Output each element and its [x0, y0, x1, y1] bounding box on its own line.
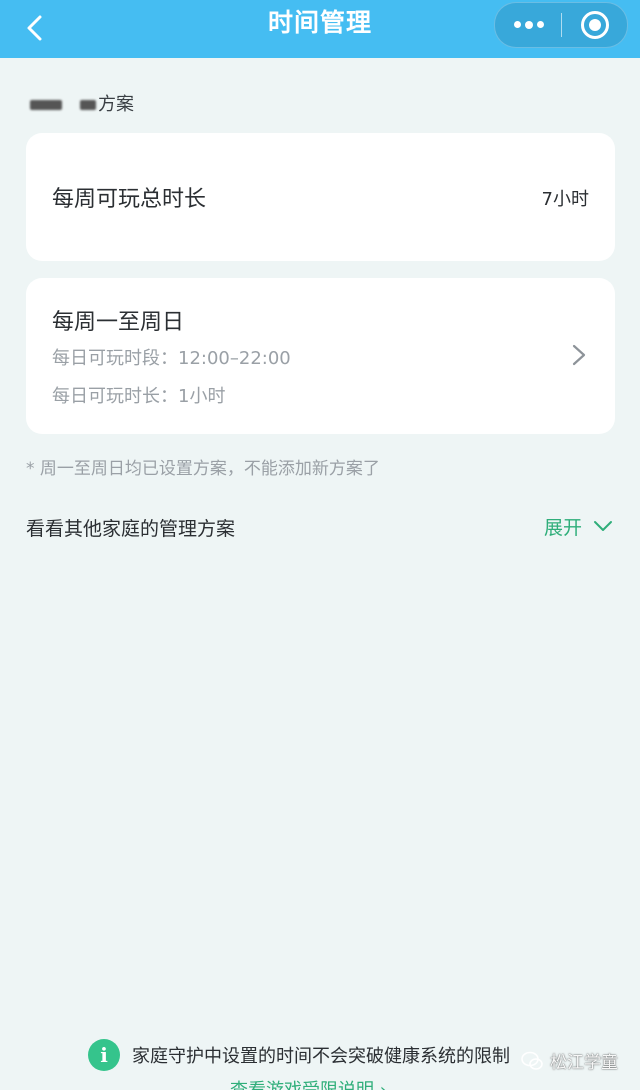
close-icon-center [589, 19, 601, 31]
game-restriction-link[interactable]: 查看游戏受限说明 › [230, 1078, 387, 1090]
chevron-down-icon [594, 521, 612, 531]
expand-label: 展开 [543, 516, 582, 539]
weekly-total-value: 7小时 [541, 189, 589, 210]
redacted-name [80, 100, 96, 110]
miniprogram-capsule [494, 2, 628, 48]
health-notice: i 家庭守护中设置的时间不会突破健康系统的限制 [88, 1038, 510, 1072]
watermark: 松江学童 [520, 1048, 618, 1073]
schedule-note: * 周一至周日均已设置方案，不能添加新方案了 [26, 459, 380, 479]
schedule-title: 每周一至周日 [52, 310, 185, 335]
schedule-period: 每日可玩时段：12:00–22:00 [52, 348, 291, 369]
more-dots-icon [514, 20, 544, 29]
info-icon: i [88, 1039, 120, 1071]
plan-name: 方案 [30, 92, 134, 118]
plan-label-suffix: 方案 [98, 94, 134, 115]
redacted-name [30, 100, 62, 110]
weekly-total-label: 每周可玩总时长 [52, 187, 207, 212]
more-button[interactable] [495, 3, 561, 47]
other-families-label: 看看其他家庭的管理方案 [26, 518, 236, 540]
watermark-text: 松江学童 [550, 1053, 618, 1073]
schedule-card[interactable]: 每周一至周日 每日可玩时段：12:00–22:00 每日可玩时长：1小时 [26, 278, 615, 434]
nav-bar: 时间管理 [0, 0, 640, 58]
wechat-logo-icon [521, 1051, 543, 1070]
close-miniprogram-button[interactable] [562, 3, 627, 47]
health-notice-text: 家庭守护中设置的时间不会突破健康系统的限制 [132, 1046, 510, 1067]
schedule-duration: 每日可玩时长：1小时 [52, 386, 226, 407]
weekly-total-card: 每周可玩总时长 7小时 [26, 133, 615, 261]
chevron-right-icon [572, 344, 586, 366]
expand-button[interactable]: 展开 [544, 512, 614, 540]
